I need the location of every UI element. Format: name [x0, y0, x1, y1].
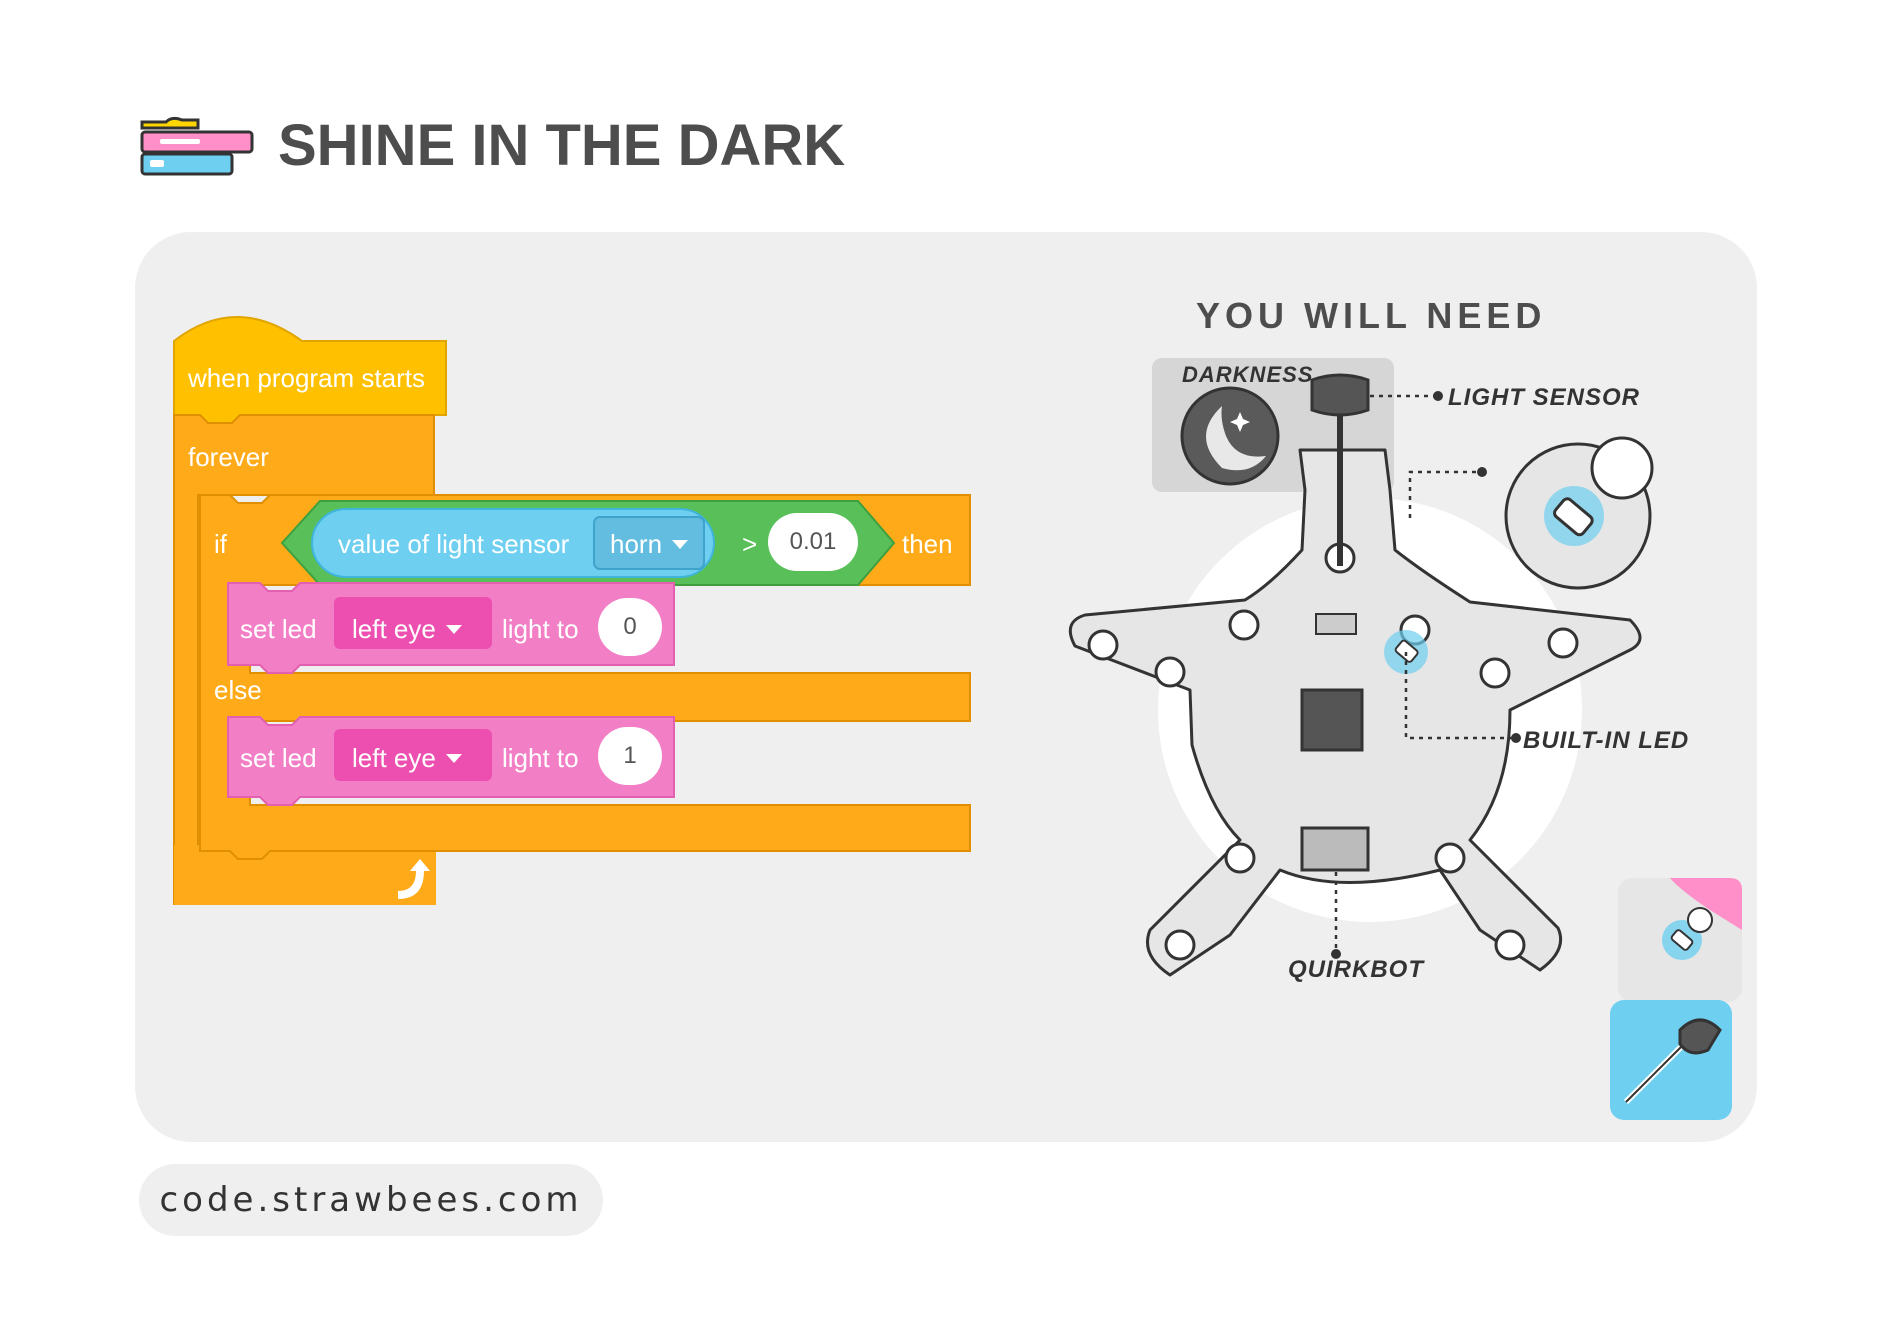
else-label: else: [214, 675, 262, 705]
light-to-label-2: light to: [502, 743, 579, 773]
sensor-dropdown[interactable]: horn: [610, 529, 689, 560]
sensor-dropdown-value: horn: [610, 529, 663, 559]
led-value-2: 1: [623, 742, 637, 769]
set-led-label-1: set led: [240, 614, 317, 644]
darkness-label: DARKNESS: [1182, 362, 1314, 387]
url-link[interactable]: code.strawbees.com: [139, 1164, 603, 1236]
if-label: if: [214, 529, 227, 559]
operator-label: >: [742, 529, 758, 559]
led-target-dropdown-1[interactable]: left eye: [352, 614, 462, 645]
led-target-value-2: left eye: [352, 743, 436, 773]
light-sensor-head: [1310, 373, 1370, 417]
quirkbot-label: QUIRKBOT: [1288, 956, 1424, 983]
then-label: then: [902, 529, 953, 559]
led-target-dropdown-2[interactable]: left eye: [352, 743, 462, 774]
page-title: SHINE IN THE DARK: [278, 113, 846, 178]
light-to-label-1: light to: [502, 614, 579, 644]
chip: [1300, 688, 1364, 752]
led-target-value-1: left eye: [352, 614, 436, 644]
url-text: code.strawbees.com: [159, 1180, 583, 1220]
light-sensor-label: LIGHT SENSOR: [1448, 384, 1641, 411]
light-sensor-stem: [1337, 416, 1343, 566]
led-value-input-2[interactable]: 1: [598, 727, 662, 785]
usb-port: [1300, 826, 1370, 872]
led-value-1: 0: [623, 613, 637, 640]
sensor-label: value of light sensor: [338, 529, 570, 559]
you-will-need-title: YOU WILL NEED: [1196, 295, 1547, 336]
chevron-down-icon: [672, 540, 689, 549]
code-blocks-canvas: [173, 316, 971, 905]
hat-label: when program starts: [188, 363, 425, 393]
chevron-down-icon: [445, 625, 462, 634]
built-in-led-label: BUILT-IN LED: [1523, 727, 1690, 754]
led-value-input-1[interactable]: 0: [598, 598, 662, 656]
blocks-icon: [140, 116, 254, 176]
forever-label: forever: [188, 442, 269, 472]
threshold-value: 0.01: [789, 528, 837, 555]
threshold-input[interactable]: 0.01: [768, 513, 858, 571]
forever-base: [174, 845, 436, 905]
set-led-label-2: set led: [240, 743, 317, 773]
chevron-down-icon: [445, 754, 462, 763]
